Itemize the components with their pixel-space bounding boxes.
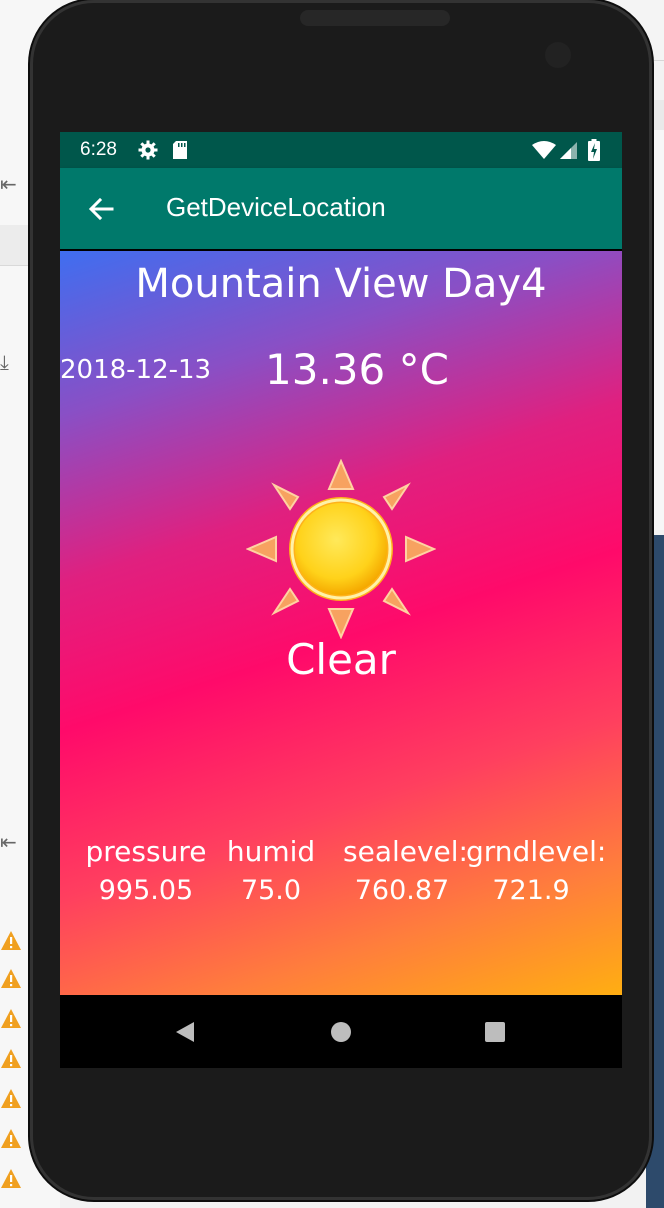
- collapse-icon[interactable]: ⇤: [0, 172, 17, 196]
- device-screen: 6:28 GetDeviceLocation Mountain View Day…: [60, 132, 622, 1068]
- metric-label-humid: humid: [226, 835, 316, 868]
- metric-value-humid: 75.0: [240, 875, 302, 906]
- metric-value-sealevel: 760.87: [354, 875, 450, 906]
- battery-charging-icon: [588, 139, 600, 165]
- back-triangle-icon[interactable]: [170, 1017, 200, 1047]
- speaker-grille: [300, 10, 450, 26]
- status-bar: 6:28: [60, 132, 622, 168]
- warning-icon: [0, 968, 22, 990]
- warning-icon: [0, 1048, 22, 1070]
- warning-icon: [0, 1008, 22, 1030]
- sd-card-icon: [172, 140, 188, 164]
- warning-icon: [0, 1168, 22, 1190]
- city-name: Mountain View Day4: [135, 261, 547, 307]
- cell-signal-icon: [560, 142, 578, 163]
- metric-label-sealevel: sealevel:: [343, 835, 468, 868]
- weather-panel: Mountain View Day4 2018-12-13 13.36 °C C…: [60, 251, 622, 995]
- recents-square-icon[interactable]: [480, 1017, 510, 1047]
- home-circle-icon[interactable]: [326, 1017, 356, 1047]
- warning-icon: [0, 930, 22, 952]
- sun-icon: [245, 458, 437, 640]
- front-camera: [545, 42, 571, 68]
- navigation-bar: [60, 995, 622, 1068]
- metric-label-pressure: pressure: [85, 835, 207, 868]
- wifi-icon: [532, 141, 556, 163]
- condition-label: Clear: [286, 635, 396, 684]
- settings-gear-icon: [138, 140, 158, 164]
- warning-icon: [0, 1088, 22, 1110]
- download-icon[interactable]: ⤓: [0, 350, 9, 374]
- metric-value-grndlevel: 721.9: [492, 875, 570, 906]
- app-title: GetDeviceLocation: [166, 192, 386, 222]
- metric-value-pressure: 995.05: [98, 875, 194, 906]
- metric-label-grndlevel: grndlevel:: [466, 835, 607, 868]
- arrow-back-icon[interactable]: [86, 194, 116, 224]
- date-label: 2018-12-13: [60, 355, 212, 385]
- temperature-label: 13.36 °C: [265, 345, 449, 394]
- warning-icon: [0, 1128, 22, 1150]
- status-time: 6:28: [80, 139, 117, 160]
- collapse-icon[interactable]: ⇤: [0, 830, 17, 854]
- app-bar: GetDeviceLocation: [60, 168, 622, 249]
